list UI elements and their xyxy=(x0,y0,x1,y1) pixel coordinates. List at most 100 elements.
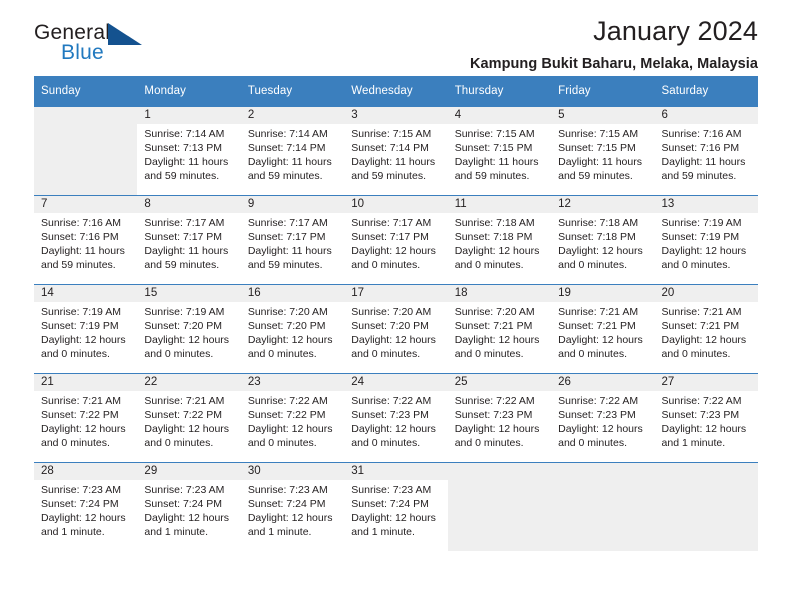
calendar-day-cell[interactable]: 28 Sunrise: 7:23 AM Sunset: 7:24 PM Dayligh… xyxy=(34,462,138,551)
day-details: Sunrise: 7:17 AM Sunset: 7:17 PM Daylight:… xyxy=(137,213,240,272)
calendar-day-cell[interactable]: 9 Sunrise: 7:17 AM Sunset: 7:17 PM Daylight… xyxy=(240,195,345,285)
day-details: Sunrise: 7:20 AM Sunset: 7:21 PM Daylight:… xyxy=(448,302,551,361)
weekday-header-thursday: Thursday xyxy=(447,76,552,107)
sunset-text: Sunset: 7:24 PM xyxy=(351,498,429,511)
day-number: 24 xyxy=(344,374,448,391)
daylight-text: Daylight: 12 hours and 0 minutes. xyxy=(454,334,540,361)
sunrise-text: Sunrise: 7:21 AM xyxy=(558,306,639,318)
sunrise-text: Sunrise: 7:19 AM xyxy=(661,217,742,229)
calendar-day-cell[interactable]: 25 Sunrise: 7:22 AM Sunset: 7:23 PM Dayligh… xyxy=(447,373,552,463)
day-details: Sunrise: 7:21 AM Sunset: 7:22 PM Daylight:… xyxy=(34,391,137,450)
sunset-text: Sunset: 7:20 PM xyxy=(144,320,223,333)
calendar-week-row: 14 Sunrise: 7:19 AM Sunset: 7:19 PM Dayligh… xyxy=(34,284,758,374)
day-details: Sunrise: 7:17 AM Sunset: 7:17 PM Daylight:… xyxy=(241,213,344,272)
sunset-text: Sunset: 7:23 PM xyxy=(661,409,740,422)
calendar-day-cell[interactable]: 7 Sunrise: 7:16 AM Sunset: 7:16 PM Daylight… xyxy=(34,195,138,285)
calendar-day-cell[interactable]: 16 Sunrise: 7:20 AM Sunset: 7:20 PM Dayligh… xyxy=(240,284,345,374)
calendar-day-cell[interactable]: 11 Sunrise: 7:18 AM Sunset: 7:18 PM Dayligh… xyxy=(447,195,552,285)
calendar-day-cell[interactable]: 22 Sunrise: 7:21 AM Sunset: 7:22 PM Dayligh… xyxy=(137,373,241,463)
calendar-day-cell[interactable]: 18 Sunrise: 7:20 AM Sunset: 7:21 PM Dayligh… xyxy=(447,284,552,374)
sunset-text: Sunset: 7:21 PM xyxy=(558,320,636,333)
daylight-text: Daylight: 12 hours and 0 minutes. xyxy=(41,334,126,361)
daylight-text: Daylight: 12 hours and 0 minutes. xyxy=(144,423,230,450)
calendar-day-cell[interactable]: 13 Sunrise: 7:19 AM Sunset: 7:19 PM Dayligh… xyxy=(654,195,758,285)
daylight-text: Daylight: 12 hours and 0 minutes. xyxy=(351,423,436,450)
sunrise-text: Sunrise: 7:19 AM xyxy=(41,306,121,318)
calendar-day-cell[interactable]: 8 Sunrise: 7:17 AM Sunset: 7:17 PM Daylight… xyxy=(137,195,241,285)
sunrise-text: Sunrise: 7:18 AM xyxy=(558,217,639,229)
sunset-text: Sunset: 7:17 PM xyxy=(144,231,223,244)
sunrise-text: Sunrise: 7:19 AM xyxy=(144,306,225,318)
daylight-text: Daylight: 12 hours and 0 minutes. xyxy=(558,423,643,450)
day-details: Sunrise: 7:22 AM Sunset: 7:22 PM Daylight:… xyxy=(241,391,344,450)
day-details: Sunrise: 7:21 AM Sunset: 7:22 PM Daylight:… xyxy=(137,391,240,450)
day-number: 11 xyxy=(447,196,552,213)
calendar-day-cell[interactable]: 10 Sunrise: 7:17 AM Sunset: 7:17 PM Dayligh… xyxy=(344,195,448,285)
sunrise-text: Sunrise: 7:22 AM xyxy=(661,395,742,407)
day-number: 10 xyxy=(344,196,448,213)
day-details: Sunrise: 7:19 AM Sunset: 7:19 PM Daylight:… xyxy=(34,302,137,361)
sunset-text: Sunset: 7:21 PM xyxy=(661,320,740,333)
sunset-text: Sunset: 7:15 PM xyxy=(454,142,533,155)
calendar-day-cell[interactable]: 29 Sunrise: 7:23 AM Sunset: 7:24 PM Dayligh… xyxy=(137,462,241,551)
sunset-text: Sunset: 7:17 PM xyxy=(247,231,326,244)
daylight-text: Daylight: 11 hours and 59 minutes. xyxy=(351,156,436,183)
calendar-day-cell[interactable]: 20 Sunrise: 7:21 AM Sunset: 7:21 PM Dayligh… xyxy=(654,284,758,374)
daylight-text: Daylight: 12 hours and 1 minute. xyxy=(247,512,333,539)
sunset-text: Sunset: 7:21 PM xyxy=(454,320,533,333)
day-number: 21 xyxy=(34,374,138,391)
sunset-text: Sunset: 7:18 PM xyxy=(454,231,533,244)
day-details: Sunrise: 7:22 AM Sunset: 7:23 PM Daylight:… xyxy=(655,391,758,450)
sunrise-text: Sunrise: 7:16 AM xyxy=(41,217,121,229)
day-number: 16 xyxy=(240,285,345,302)
sunset-text: Sunset: 7:16 PM xyxy=(661,142,740,155)
general-blue-logo[interactable]: General Blue xyxy=(34,21,164,67)
sunset-text: Sunset: 7:15 PM xyxy=(558,142,636,155)
sunrise-text: Sunrise: 7:20 AM xyxy=(454,306,535,318)
daylight-text: Daylight: 12 hours and 0 minutes. xyxy=(454,245,540,272)
calendar-day-cell[interactable]: 24 Sunrise: 7:22 AM Sunset: 7:23 PM Dayligh… xyxy=(344,373,448,463)
calendar-day-cell[interactable]: 17 Sunrise: 7:20 AM Sunset: 7:20 PM Dayligh… xyxy=(344,284,448,374)
sunset-text: Sunset: 7:22 PM xyxy=(144,409,223,422)
calendar-day-cell[interactable]: 4 Sunrise: 7:15 AM Sunset: 7:15 PM Daylight… xyxy=(447,106,552,196)
daylight-text: Daylight: 11 hours and 59 minutes. xyxy=(247,156,332,183)
day-details: Sunrise: 7:22 AM Sunset: 7:23 PM Daylight:… xyxy=(344,391,447,450)
sunset-text: Sunset: 7:14 PM xyxy=(351,142,429,155)
calendar-week-row: 7 Sunrise: 7:16 AM Sunset: 7:16 PM Daylight… xyxy=(34,195,758,285)
sunrise-text: Sunrise: 7:23 AM xyxy=(351,484,432,496)
calendar-day-cell[interactable]: 30 Sunrise: 7:23 AM Sunset: 7:24 PM Dayligh… xyxy=(240,462,345,551)
daylight-text: Daylight: 11 hours and 59 minutes. xyxy=(558,156,642,183)
daylight-text: Daylight: 12 hours and 1 minute. xyxy=(661,423,747,450)
page-title: January 2024 xyxy=(593,16,758,46)
calendar-day-cell[interactable]: 21 Sunrise: 7:21 AM Sunset: 7:22 PM Dayligh… xyxy=(34,373,138,463)
calendar-day-cell[interactable]: 15 Sunrise: 7:19 AM Sunset: 7:20 PM Dayligh… xyxy=(137,284,241,374)
calendar-day-cell[interactable]: 27 Sunrise: 7:22 AM Sunset: 7:23 PM Dayligh… xyxy=(654,373,758,463)
daylight-text: Daylight: 11 hours and 59 minutes. xyxy=(661,156,746,183)
sunrise-text: Sunrise: 7:21 AM xyxy=(144,395,225,407)
calendar-day-cell[interactable]: 3 Sunrise: 7:15 AM Sunset: 7:14 PM Daylight… xyxy=(344,106,448,196)
calendar-day-cell[interactable]: 14 Sunrise: 7:19 AM Sunset: 7:19 PM Dayligh… xyxy=(34,284,138,374)
calendar-day-cell[interactable]: 6 Sunrise: 7:16 AM Sunset: 7:16 PM Daylight… xyxy=(654,106,758,196)
daylight-text: Daylight: 12 hours and 0 minutes. xyxy=(144,334,230,361)
calendar-cell-empty xyxy=(34,106,138,196)
calendar-day-cell[interactable]: 12 Sunrise: 7:18 AM Sunset: 7:18 PM Dayligh… xyxy=(551,195,655,285)
calendar-day-cell[interactable]: 5 Sunrise: 7:15 AM Sunset: 7:15 PM Daylight… xyxy=(551,106,655,196)
calendar-day-cell[interactable]: 26 Sunrise: 7:22 AM Sunset: 7:23 PM Dayligh… xyxy=(551,373,655,463)
calendar-day-cell[interactable]: 1 Sunrise: 7:14 AM Sunset: 7:13 PM Daylight… xyxy=(137,106,241,196)
day-number: 15 xyxy=(137,285,241,302)
day-details: Sunrise: 7:20 AM Sunset: 7:20 PM Daylight:… xyxy=(344,302,447,361)
day-number: 3 xyxy=(344,107,448,124)
calendar-day-cell[interactable]: 23 Sunrise: 7:22 AM Sunset: 7:22 PM Dayligh… xyxy=(240,373,345,463)
day-number: 17 xyxy=(344,285,448,302)
calendar-day-cell[interactable]: 19 Sunrise: 7:21 AM Sunset: 7:21 PM Dayligh… xyxy=(551,284,655,374)
calendar-day-cell[interactable]: 2 Sunrise: 7:14 AM Sunset: 7:14 PM Daylight… xyxy=(240,106,345,196)
sunset-text: Sunset: 7:14 PM xyxy=(247,142,326,155)
sunset-text: Sunset: 7:13 PM xyxy=(144,142,223,155)
calendar-cell-empty xyxy=(654,462,758,551)
sunset-text: Sunset: 7:19 PM xyxy=(661,231,740,244)
page-subtitle-location: Kampung Bukit Baharu, Melaka, Malaysia xyxy=(470,56,758,72)
calendar-day-cell[interactable]: 31 Sunrise: 7:23 AM Sunset: 7:24 PM Dayligh… xyxy=(344,462,448,551)
day-number: 6 xyxy=(654,107,758,124)
triangle-flag-icon xyxy=(108,23,142,45)
daylight-text: Daylight: 12 hours and 0 minutes. xyxy=(41,423,126,450)
